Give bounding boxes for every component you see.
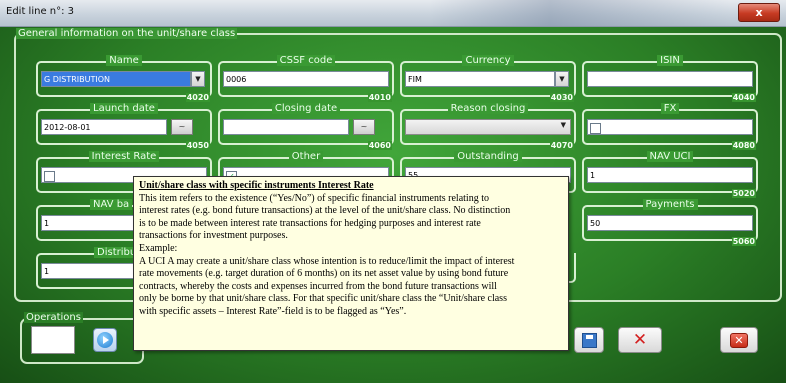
fx-checkbox[interactable] <box>590 123 601 134</box>
currency-select[interactable]: FIM <box>405 71 555 87</box>
isin-code: 4040 <box>731 93 756 102</box>
chevron-down-icon[interactable]: ▼ <box>555 71 569 87</box>
currency-label: Currency <box>462 55 514 66</box>
nav-ba-label: NAV ba <box>90 199 133 210</box>
delete-icon: ✕ <box>632 330 648 350</box>
currency-code: 4030 <box>549 93 574 102</box>
name-input[interactable]: G DISTRIBUTION <box>41 71 191 87</box>
edit-line-window: Edit line n°: 3 x General information on… <box>0 0 786 383</box>
fx-field-box: FX 4080 <box>582 103 758 150</box>
outstanding-label: Outstanding <box>454 151 522 162</box>
tooltip-line: transactions for investment purposes. <box>139 230 288 242</box>
interest-rate-checkbox[interactable] <box>44 171 55 182</box>
reason-closing-code: 4070 <box>549 141 574 150</box>
closing-date-code: 4060 <box>367 141 392 150</box>
nav-uci-field-box: NAV UCI 1 5020 <box>582 151 758 198</box>
nav-uci-code: 5020 <box>731 189 756 198</box>
name-label: Name <box>106 55 142 66</box>
tooltip-line: rate movements (e.g. target duration of … <box>139 268 509 280</box>
payments-code: 5060 <box>731 237 756 246</box>
chevron-down-icon[interactable]: ▼ <box>191 71 205 87</box>
reason-closing-label: Reason closing <box>447 103 529 114</box>
fx-code: 4080 <box>731 141 756 150</box>
save-icon <box>582 333 597 348</box>
launch-date-label: Launch date <box>90 103 158 114</box>
calendar-icon[interactable]: ~ <box>171 119 193 135</box>
interest-rate-label: Interest Rate <box>88 151 160 162</box>
tooltip-line: Example: <box>139 242 178 254</box>
closing-date-field-box: Closing date ~ 4060 <box>218 103 394 150</box>
isin-field-box: ISIN 4040 <box>582 55 758 102</box>
other-label: Other <box>288 151 324 162</box>
payments-label: Payments <box>642 199 698 210</box>
name-field-box: Name G DISTRIBUTION ▼ 4020 <box>36 55 212 102</box>
tooltip-line: A UCI A may create a unit/share class wh… <box>139 255 515 267</box>
closing-date-label: Closing date <box>271 103 341 114</box>
currency-field-box: Currency FIM ▼ 4030 <box>400 55 576 102</box>
payments-field-box: Payments 50 5060 <box>582 199 758 246</box>
launch-date-code: 4050 <box>185 141 210 150</box>
isin-input[interactable] <box>587 71 753 87</box>
reason-closing-field-box: Reason closing ▼ 4070 <box>400 103 576 150</box>
save-button[interactable] <box>574 327 604 353</box>
cssf-code-code: 4010 <box>367 93 392 102</box>
window-title: Edit line n°: 3 <box>6 6 75 17</box>
calendar-icon[interactable]: ~ <box>353 119 375 135</box>
tooltip-title: Unit/share class with specific instrumen… <box>139 180 374 191</box>
operations-input[interactable] <box>31 326 75 354</box>
chevron-down-icon: ▼ <box>560 121 566 129</box>
close-form-button[interactable]: ✕ <box>720 327 758 353</box>
payments-input[interactable]: 50 <box>587 215 753 231</box>
tooltip-line: only be borne by that unit/share class. … <box>139 293 507 305</box>
general-info-title: General information on the unit/share cl… <box>16 28 238 39</box>
close-icon: ✕ <box>730 333 748 348</box>
delete-button[interactable]: ✕ <box>618 327 662 353</box>
nav-uci-input[interactable]: 1 <box>587 167 753 183</box>
operations-title: Operations <box>24 312 83 323</box>
closing-date-input[interactable] <box>223 119 349 135</box>
tooltip-line: is to be made between interest rate tran… <box>139 217 481 229</box>
tooltip-line: interest rates (e.g. bond future transac… <box>139 205 511 217</box>
tooltip-line: contracts, whereby the costs and expense… <box>139 280 497 292</box>
play-button[interactable] <box>93 328 117 352</box>
isin-label: ISIN <box>657 55 683 66</box>
title-bar-glass <box>430 0 730 26</box>
cssf-code-label: CSSF code <box>276 55 336 66</box>
reason-closing-select[interactable]: ▼ <box>405 119 571 135</box>
fx-input-area <box>587 119 753 135</box>
title-bar: Edit line n°: 3 x <box>0 0 786 27</box>
tooltip-line: with specific assets – Interest Rate”-fi… <box>139 305 407 317</box>
launch-date-field-box: Launch date 2012-08-01 ~ 4050 <box>36 103 212 150</box>
window-close-button[interactable]: x <box>738 3 780 22</box>
tooltip-line: This item refers to the existence (“Yes/… <box>139 192 489 204</box>
cssf-code-input[interactable]: 0006 <box>223 71 389 87</box>
cssf-code-field-box: CSSF code 0006 4010 <box>218 55 394 102</box>
launch-date-input[interactable]: 2012-08-01 <box>41 119 167 135</box>
nav-uci-label: NAV UCI <box>646 151 694 162</box>
interest-rate-tooltip: Unit/share class with specific instrumen… <box>133 176 569 351</box>
name-code: 4020 <box>185 93 210 102</box>
fx-label: FX <box>660 103 680 114</box>
